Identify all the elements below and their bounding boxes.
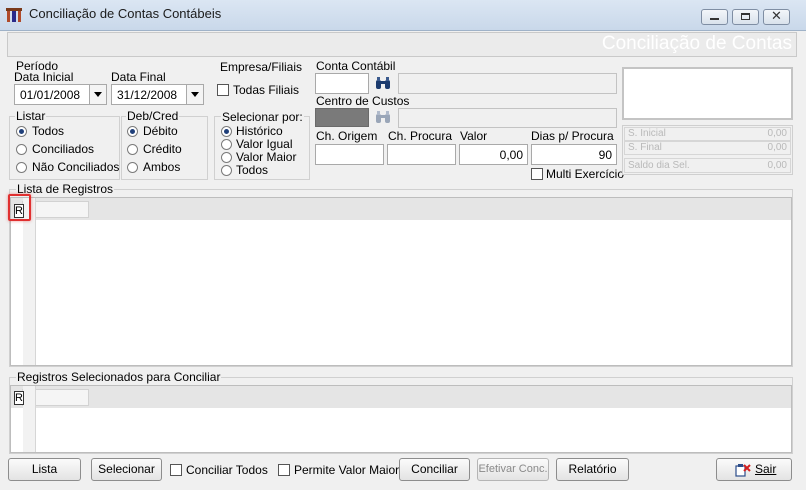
window-title: Conciliação de Contas Contábeis bbox=[29, 6, 222, 21]
sair-button[interactable]: Sair bbox=[716, 458, 792, 481]
debcred-label: Deb/Cred bbox=[126, 109, 180, 123]
conciliar-button[interactable]: Conciliar bbox=[399, 458, 470, 481]
selecionar-todos-label: Todos bbox=[236, 163, 269, 177]
selecionar-button[interactable]: Selecionar bbox=[91, 458, 162, 481]
conta-contabil-input[interactable] bbox=[315, 73, 369, 94]
binoculars-icon bbox=[376, 111, 390, 123]
listar-label: Listar bbox=[15, 109, 47, 123]
selecionados-label: Registros Selecionados para Conciliar bbox=[16, 370, 222, 384]
highlight-box bbox=[8, 194, 31, 221]
grid-header bbox=[11, 386, 791, 408]
close-icon: ✕ bbox=[771, 8, 782, 23]
dias-procura-value: 90 bbox=[598, 148, 612, 162]
app-icon bbox=[6, 8, 22, 22]
debito-radio[interactable] bbox=[127, 126, 138, 137]
conciliar-todos-checkbox[interactable] bbox=[170, 464, 182, 476]
sair-label: Sair bbox=[755, 462, 777, 476]
data-inicial-dropdown-button[interactable] bbox=[89, 85, 106, 104]
exit-icon bbox=[735, 464, 751, 477]
data-final-label: Data Final bbox=[111, 70, 166, 84]
conta-contabil-descricao bbox=[398, 73, 617, 94]
listar-todos-label: Todos bbox=[32, 124, 65, 138]
data-final-combo[interactable]: 31/12/2008 bbox=[111, 84, 204, 105]
todas-filiais-checkbox[interactable] bbox=[217, 84, 229, 96]
centro-custos-input bbox=[315, 108, 369, 127]
selecionar-label: Selecionar por: bbox=[221, 110, 304, 124]
lista-registros-grid[interactable]: R bbox=[10, 197, 792, 366]
ch-origem-label: Ch. Origem bbox=[316, 129, 378, 143]
debito-label: Débito bbox=[143, 124, 178, 138]
ambos-radio[interactable] bbox=[127, 162, 138, 173]
listar-nao-conciliados-radio[interactable] bbox=[16, 162, 27, 173]
selecionar-todos-radio[interactable] bbox=[221, 165, 232, 176]
row-indicator-column bbox=[23, 198, 36, 365]
saldo-inicial-value: 0,00 bbox=[767, 128, 787, 139]
valor-value: 0,00 bbox=[499, 148, 523, 162]
valor-input[interactable]: 0,00 bbox=[459, 144, 528, 165]
multi-exercicio-label: Multi Exercício bbox=[546, 167, 625, 181]
centro-custos-label: Centro de Custos bbox=[316, 94, 410, 108]
dias-procura-input[interactable]: 90 bbox=[531, 144, 617, 165]
ch-procura-label: Ch. Procura bbox=[388, 129, 453, 143]
relatorio-button[interactable]: Relatório bbox=[556, 458, 629, 481]
empresa-label: Empresa/Filiais bbox=[220, 60, 303, 74]
summary-box: S. Inicial 0,00 S. Final 0,00 Saldo dia … bbox=[622, 125, 793, 175]
ch-procura-input[interactable] bbox=[387, 144, 456, 165]
valor-maior-radio[interactable] bbox=[221, 152, 232, 163]
maximize-icon bbox=[741, 13, 750, 20]
credito-radio[interactable] bbox=[127, 144, 138, 155]
data-inicial-combo[interactable]: 01/01/2008 bbox=[14, 84, 107, 105]
ch-origem-input[interactable] bbox=[315, 144, 384, 165]
dias-procura-label: Dias p/ Procura bbox=[531, 129, 614, 143]
listar-todos-radio[interactable] bbox=[16, 126, 27, 137]
valor-igual-radio[interactable] bbox=[221, 139, 232, 150]
multi-exercicio-checkbox[interactable] bbox=[531, 168, 543, 180]
conciliar-todos-label: Conciliar Todos bbox=[186, 463, 268, 477]
data-inicial-label: Data Inicial bbox=[14, 70, 74, 84]
listar-conciliados-label: Conciliados bbox=[32, 142, 95, 156]
historico-label: Histórico bbox=[236, 124, 283, 138]
centro-custos-descricao bbox=[398, 108, 617, 128]
lista-registros-label: Lista de Registros bbox=[16, 182, 115, 196]
saldo-dia-value: 0,00 bbox=[767, 160, 787, 171]
valor-maior-label: Valor Maior bbox=[236, 150, 297, 164]
preview-box bbox=[622, 67, 793, 120]
conta-contabil-label: Conta Contábil bbox=[316, 59, 396, 73]
valor-igual-label: Valor Igual bbox=[236, 137, 293, 151]
selecionados-grid[interactable]: R bbox=[10, 385, 792, 453]
lista-button[interactable]: Lista bbox=[8, 458, 81, 481]
summary-row: S. Final 0,00 bbox=[624, 141, 791, 155]
data-inicial-value: 01/01/2008 bbox=[20, 88, 81, 102]
valor-label: Valor bbox=[460, 129, 488, 143]
data-final-value: 31/12/2008 bbox=[117, 88, 178, 102]
listar-nao-conciliados-label: Não Conciliados bbox=[32, 160, 120, 174]
saldo-final-label: S. Final bbox=[628, 142, 662, 153]
minimize-button[interactable] bbox=[701, 9, 728, 25]
data-final-dropdown-button[interactable] bbox=[186, 85, 203, 104]
efetivar-conciliacao-button[interactable]: Efetivar Conc. bbox=[477, 458, 549, 481]
listar-conciliados-radio[interactable] bbox=[16, 144, 27, 155]
banner-title: Conciliação de Contas bbox=[601, 33, 792, 54]
summary-row: S. Inicial 0,00 bbox=[624, 127, 791, 141]
ambos-label: Ambos bbox=[143, 160, 181, 174]
header-banner: Conciliação de Contas bbox=[7, 32, 797, 57]
row-button[interactable]: R bbox=[14, 391, 24, 405]
todas-filiais-label: Todas Filiais bbox=[233, 83, 300, 97]
chevron-down-icon bbox=[191, 92, 199, 97]
historico-radio[interactable] bbox=[221, 126, 232, 137]
summary-row: Saldo dia Sel. 0,00 bbox=[624, 158, 791, 173]
permite-valor-maior-checkbox[interactable] bbox=[278, 464, 290, 476]
maximize-button[interactable] bbox=[732, 9, 759, 25]
grid-header bbox=[11, 198, 791, 220]
permite-valor-maior-label: Permite Valor Maior bbox=[294, 463, 400, 477]
minimize-icon bbox=[710, 18, 719, 20]
saldo-final-value: 0,00 bbox=[767, 142, 787, 153]
row-indicator-column bbox=[23, 386, 36, 452]
saldo-inicial-label: S. Inicial bbox=[628, 128, 666, 139]
saldo-dia-label: Saldo dia Sel. bbox=[628, 160, 690, 171]
close-button[interactable]: ✕ bbox=[763, 8, 790, 25]
binoculars-icon[interactable] bbox=[375, 77, 391, 90]
credito-label: Crédito bbox=[143, 142, 182, 156]
chevron-down-icon bbox=[94, 92, 102, 97]
